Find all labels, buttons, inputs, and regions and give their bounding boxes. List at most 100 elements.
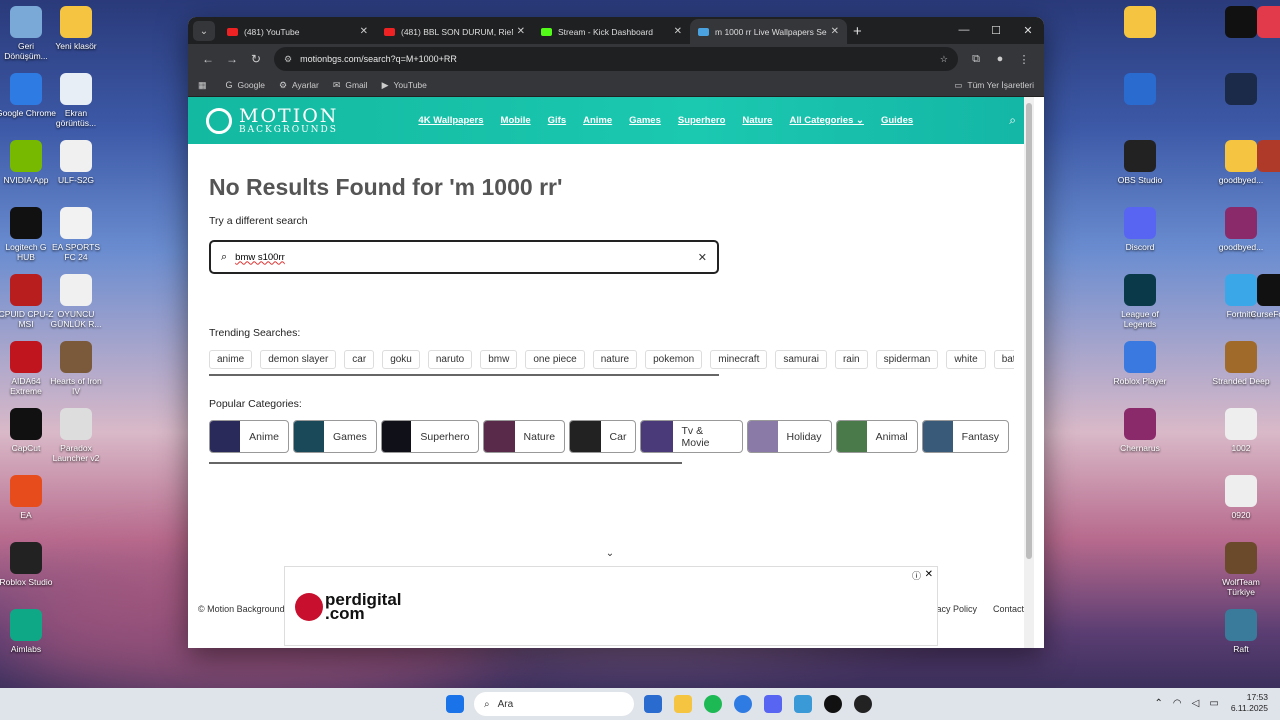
ad-banner[interactable]: perdigital .com ⓘ ✕ — [284, 566, 938, 646]
category-card[interactable]: Superhero — [380, 420, 480, 453]
bookmark-ayarlar[interactable]: ⚙ Ayarlar — [279, 80, 319, 91]
ad-collapse-chevron-icon[interactable]: ⌄ — [592, 548, 628, 565]
trending-chip[interactable]: demon slayer — [260, 350, 337, 369]
category-card[interactable]: Animal — [835, 420, 918, 453]
desktop-shortcut[interactable] — [1243, 140, 1280, 175]
clear-search-icon[interactable]: ✕ — [698, 251, 707, 264]
discord-icon[interactable] — [764, 695, 782, 713]
trending-chip[interactable]: nature — [592, 350, 638, 369]
desktop-shortcut[interactable]: 1002 — [1211, 408, 1271, 453]
desktop-shortcut[interactable]: Discord — [1110, 207, 1170, 252]
desktop-shortcut[interactable] — [1211, 73, 1271, 108]
tab-close-icon[interactable]: ✕ — [674, 26, 682, 37]
clock[interactable]: 17:53 6.11.2025 — [1231, 692, 1268, 714]
chrome-icon[interactable] — [734, 695, 752, 713]
maximize-button[interactable]: ☐ — [980, 17, 1012, 43]
taskview-icon[interactable] — [644, 695, 662, 713]
tab-0[interactable]: (481) YouTube ✕ — [219, 19, 376, 44]
profile-avatar[interactable]: ● — [988, 53, 1012, 65]
tab-close-icon[interactable]: ✕ — [360, 26, 368, 37]
close-window-button[interactable]: ✕ — [1012, 17, 1044, 43]
desktop-shortcut[interactable]: OBS Studio — [1110, 140, 1170, 185]
nav-link[interactable]: Games — [629, 115, 661, 126]
page-scrollbar[interactable] — [1024, 97, 1034, 648]
desktop-shortcut[interactable]: Yeni klasör — [46, 6, 106, 51]
bookmark-youtube[interactable]: ▶ YouTube — [382, 80, 427, 91]
category-card[interactable]: Holiday — [746, 420, 832, 453]
trending-chip[interactable]: batman — [993, 350, 1014, 369]
ad-logo[interactable]: perdigital .com — [295, 591, 402, 622]
reload-button[interactable]: ↻ — [244, 52, 268, 66]
desktop-shortcut[interactable] — [1110, 73, 1170, 108]
extensions-icon[interactable]: ⧉ — [964, 53, 988, 66]
new-tab-button[interactable]: + — [853, 23, 862, 40]
taskbar-search[interactable]: ⌕ Ara — [474, 692, 634, 716]
bookmark-gmail[interactable]: ✉ Gmail — [333, 80, 368, 91]
footer-link[interactable]: Contact — [993, 604, 1024, 614]
spotify-icon[interactable] — [704, 695, 722, 713]
desktop-shortcut[interactable]: Hearts of Iron IV — [46, 341, 106, 396]
desktop-shortcut[interactable]: OYUNCU GÜNLÜK R... — [46, 274, 106, 329]
trending-chip[interactable]: minecraft — [710, 350, 768, 369]
tab-3[interactable]: m 1000 rr Live Wallpapers Search ✕ — [690, 19, 847, 44]
nav-link[interactable]: Mobile — [501, 115, 531, 126]
desktop-shortcut[interactable]: 0920 — [1211, 475, 1271, 520]
volume-icon[interactable]: ◁ — [1192, 698, 1200, 709]
trending-chip[interactable]: spiderman — [875, 350, 939, 369]
search-icon[interactable]: ⌕ — [1009, 113, 1016, 128]
desktop-shortcut[interactable]: Chernarus — [1110, 408, 1170, 453]
nav-link[interactable]: Gifs — [548, 115, 566, 126]
desktop-shortcut[interactable]: Roblox Studio — [0, 542, 56, 587]
category-card[interactable]: Fantasy — [921, 420, 1010, 453]
search-input[interactable]: ⌕ bmw s100rr ✕ — [209, 240, 719, 274]
tab-close-icon[interactable]: ✕ — [831, 26, 839, 37]
minimize-button[interactable]: — — [948, 17, 980, 43]
desktop-shortcut[interactable]: EA SPORTS FC 24 — [46, 207, 106, 262]
nav-link[interactable]: 4K Wallpapers — [418, 115, 483, 126]
trending-chip[interactable]: car — [344, 350, 375, 369]
battery-icon[interactable]: ▭ — [1209, 698, 1218, 709]
category-card[interactable]: Car — [569, 420, 637, 453]
ghub-icon[interactable] — [824, 695, 842, 713]
all-bookmarks-folder[interactable]: ▭ Tüm Yer İşaretleri — [954, 80, 1034, 91]
desktop-shortcut[interactable] — [1243, 6, 1280, 41]
trending-chip[interactable]: bmw — [480, 350, 518, 369]
trending-chip[interactable]: one piece — [525, 350, 585, 369]
ad-close-icon[interactable]: ✕ — [925, 569, 933, 580]
bookmark-star-icon[interactable]: ☆ — [940, 54, 948, 65]
tab-search-button[interactable]: ⌄ — [193, 21, 215, 41]
nav-link[interactable]: Guides — [881, 115, 913, 126]
desktop-shortcut[interactable]: goodbyed... — [1211, 207, 1271, 252]
category-card[interactable]: Games — [292, 420, 377, 453]
forward-button[interactable]: → — [220, 52, 244, 66]
explorer-icon[interactable] — [674, 695, 692, 713]
apps-icon[interactable]: ▦ — [198, 80, 212, 91]
trending-chip[interactable]: pokemon — [645, 350, 703, 369]
site-info-icon[interactable]: ⚙ — [284, 54, 292, 65]
desktop-shortcut[interactable]: EA — [0, 475, 56, 520]
menu-icon[interactable]: ⋮ — [1012, 53, 1036, 66]
tab-2[interactable]: Stream - Kick Dashboard ✕ — [533, 19, 690, 44]
tab-close-icon[interactable]: ✕ — [517, 26, 525, 37]
desktop-shortcut[interactable]: Paradox Launcher v2 — [46, 408, 106, 463]
desktop-shortcut[interactable]: Ekran görüntüs... — [46, 73, 106, 128]
desktop-shortcut[interactable]: CurseForge — [1243, 274, 1280, 319]
ad-info-icon[interactable]: ⓘ — [912, 569, 921, 582]
trending-chip[interactable]: anime — [209, 350, 253, 369]
wifi-icon[interactable]: ◠ — [1173, 698, 1182, 709]
desktop-shortcut[interactable]: Roblox Player — [1110, 341, 1170, 386]
trending-chip[interactable]: naruto — [427, 350, 473, 369]
category-card[interactable]: Nature — [483, 420, 566, 453]
desktop-shortcut[interactable]: WolfTeam Türkiye — [1211, 542, 1271, 597]
trending-chip[interactable]: goku — [382, 350, 420, 369]
categories-scrollbar[interactable] — [209, 462, 682, 464]
obs-icon[interactable] — [854, 695, 872, 713]
nav-link[interactable]: Superhero — [678, 115, 726, 126]
category-card[interactable]: Tv & Movie — [640, 420, 743, 453]
tray-overflow-icon[interactable]: ⌃ — [1155, 698, 1163, 709]
tab-1[interactable]: (481) BBL SON DURUM, RieN'su ✕ — [376, 19, 533, 44]
url-field[interactable]: ⚙ motionbgs.com/search?q=M+1000+RR ☆ — [274, 47, 958, 71]
desktop-shortcut[interactable]: Stranded Deep — [1211, 341, 1271, 386]
nav-link[interactable]: Nature — [742, 115, 772, 126]
nav-link[interactable]: Anime — [583, 115, 612, 126]
